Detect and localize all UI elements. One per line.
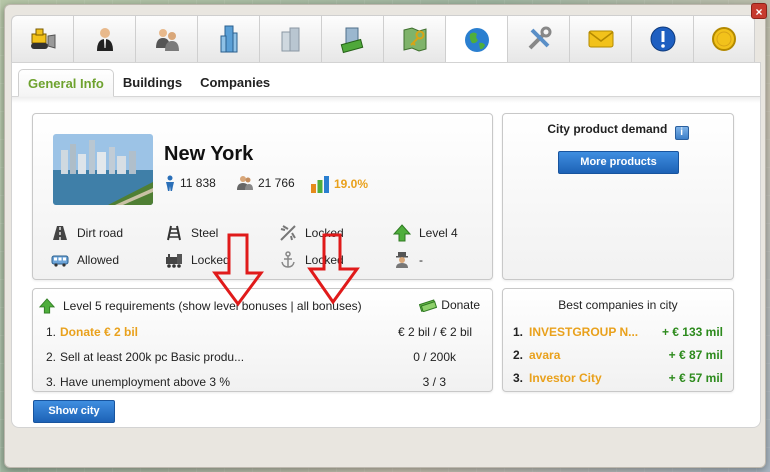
level-label: Level 4: [419, 226, 458, 240]
requirement-text: Sell at least 200k pc Basic produ...: [60, 350, 245, 364]
workers-icon: [237, 176, 253, 190]
mayor-attribute: -: [393, 251, 423, 269]
skyscraper-icon: [220, 25, 237, 53]
requirement-row: 1. Donate € 2 bil € 2 bil / € 2 bil: [46, 325, 472, 339]
requirement-donate-link[interactable]: Donate € 2 bil: [60, 325, 398, 339]
money-building-icon: [340, 27, 363, 54]
best-company-name[interactable]: INVESTGROUP N...: [529, 325, 662, 339]
best-company-rank: 3.: [513, 371, 524, 385]
toolbar-bulldozer-button[interactable]: [11, 15, 73, 63]
requirement-number: 1.: [46, 325, 57, 339]
businessman-icon: [96, 28, 113, 51]
info-icon[interactable]: i: [674, 126, 689, 140]
requirement-value: 3 / 3: [422, 375, 446, 389]
demand-header: City product demand i: [503, 122, 733, 140]
map-key-icon: [403, 27, 426, 52]
anchor-icon: [281, 251, 295, 268]
city-product-demand-card: City product demand i More products: [502, 113, 734, 280]
level-progress-percent: 19.0%: [334, 177, 369, 191]
toolbar-people-button[interactable]: [135, 15, 197, 63]
workers-stat: 21 766: [236, 175, 295, 191]
tab-buildings[interactable]: Buildings: [114, 69, 191, 97]
city-photo: [53, 134, 153, 205]
rail-icon: [167, 225, 181, 241]
train-icon: [166, 254, 182, 268]
annotation-arrow-left: [212, 233, 264, 307]
toolbar-buildings-button[interactable]: [259, 15, 321, 63]
toolbar-skyscraper-button[interactable]: [197, 15, 259, 63]
best-company-rank: 1.: [513, 325, 524, 339]
city-info-window: General Info Buildings Companies New Yor…: [4, 3, 767, 468]
best-company-rank: 2.: [513, 348, 524, 362]
bus-attribute: Allowed: [51, 251, 119, 269]
best-companies-card: Best companies in city 1. INVESTGROUP N.…: [502, 288, 734, 392]
bus-label: Allowed: [77, 253, 120, 267]
requirement-row: 2. Sell at least 200k pc Basic produ... …: [46, 350, 472, 364]
bar-chart-icon: [311, 176, 329, 193]
bus-icon: [51, 255, 69, 267]
demand-title: City product demand: [547, 122, 668, 136]
globe-icon: [464, 28, 489, 52]
main-toolbar: [11, 15, 761, 65]
tools-icon: [528, 26, 551, 50]
best-company-profit: + € 57 mil: [668, 371, 723, 385]
level-up-arrow-icon: [393, 224, 411, 242]
mail-icon: [588, 30, 613, 48]
more-products-button[interactable]: More products: [558, 151, 679, 174]
toolbar-alerts-button[interactable]: [631, 15, 693, 63]
requirement-text: Have unemployment above 3 %: [60, 375, 231, 389]
show-city-button[interactable]: Show city: [33, 400, 115, 423]
best-company-name[interactable]: avara: [529, 348, 669, 362]
buildings-icon: [281, 27, 299, 52]
level-attribute: Level 4: [393, 224, 458, 242]
tab-bar: General Info Buildings Companies: [18, 67, 279, 97]
mayor-label: -: [419, 253, 423, 267]
inhabitants-stat: 11 838: [164, 175, 216, 191]
road-attribute: Dirt road: [51, 224, 123, 242]
money-icon: [419, 299, 438, 312]
people-icon: [155, 29, 179, 51]
requirement-value: € 2 bil / € 2 bil: [397, 325, 472, 339]
requirement-number: 3.: [46, 375, 57, 389]
tab-general-info[interactable]: General Info: [18, 69, 114, 97]
content-panel: General Info Buildings Companies New Yor…: [11, 62, 761, 428]
level-progress-stat: 19.0%: [310, 175, 368, 193]
donate-label: Donate: [441, 298, 480, 312]
best-company-name[interactable]: Investor City: [529, 371, 669, 385]
bulldozer-icon: [30, 28, 55, 49]
toolbar-manager-button[interactable]: [73, 15, 135, 63]
best-company-profit: + € 87 mil: [668, 348, 723, 362]
requirement-number: 2.: [46, 350, 57, 364]
close-button[interactable]: ×: [751, 3, 767, 19]
mayor-icon: [396, 252, 408, 268]
best-company-row: 1. INVESTGROUP N... + € 133 mil: [513, 325, 723, 339]
annotation-arrow-right: [307, 233, 360, 305]
person-icon: [166, 175, 174, 191]
workers-count: 21 766: [258, 176, 295, 190]
best-companies-title: Best companies in city: [558, 298, 678, 312]
city-name: New York: [164, 143, 254, 165]
coin-icon: [712, 27, 736, 51]
toolbar-tools-button[interactable]: [507, 15, 569, 63]
requirement-value: 0 / 200k: [413, 350, 456, 364]
requirement-row: 3. Have unemployment above 3 % 3 / 3: [46, 375, 472, 389]
road-icon: [53, 226, 67, 240]
toolbar-finance-button[interactable]: [321, 15, 383, 63]
donate-link[interactable]: Donate: [419, 298, 480, 312]
road-label: Dirt road: [77, 226, 124, 240]
toolbar-world-button[interactable]: [445, 15, 507, 65]
toolbar-coins-button[interactable]: [693, 15, 755, 63]
best-company-row: 3. Investor City + € 57 mil: [513, 371, 723, 385]
best-company-profit: + € 133 mil: [661, 325, 723, 339]
tab-separator: [12, 96, 760, 103]
toolbar-mail-button[interactable]: [569, 15, 631, 63]
toolbar-map-button[interactable]: [383, 15, 445, 63]
level-up-arrow-icon: [39, 298, 55, 314]
rail-attribute: Steel: [165, 224, 218, 242]
airplane-icon: [280, 225, 296, 241]
best-company-row: 2. avara + € 87 mil: [513, 348, 723, 362]
inhabitants-count: 11 838: [180, 176, 216, 190]
info-alert-icon: [650, 26, 675, 52]
tab-companies[interactable]: Companies: [191, 69, 279, 97]
